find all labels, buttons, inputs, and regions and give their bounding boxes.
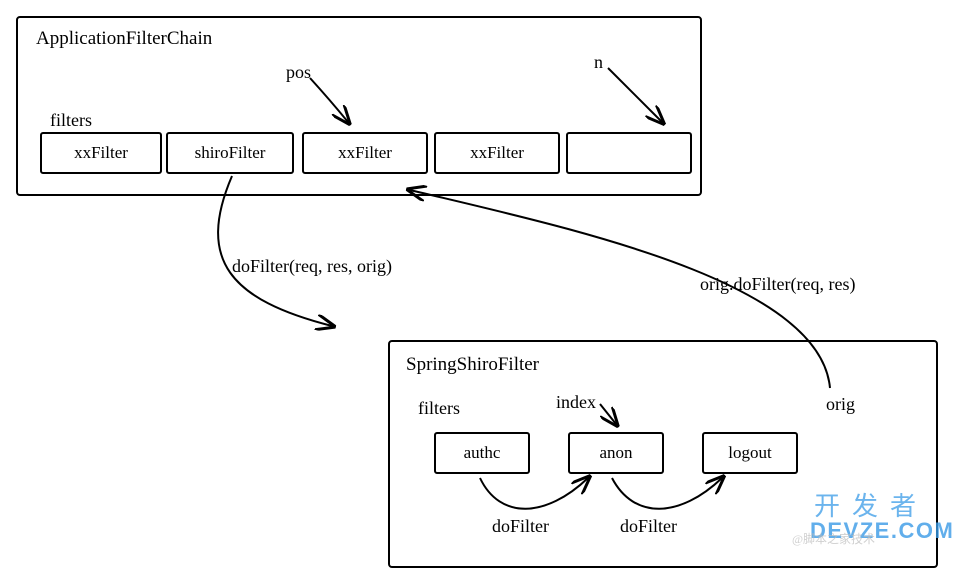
spring-shiro-title: SpringShiroFilter [406,354,539,376]
top-filter-1: shiroFilter [166,132,294,174]
top-filter-4 [566,132,692,174]
pos-label: pos [286,62,311,83]
app-filter-chain-title: ApplicationFilterChain [36,28,212,50]
orig-label: orig [826,394,855,415]
bottom-filter-0: authc [434,432,530,474]
dofilter-label-2: doFilter [620,516,677,537]
dofilter-label-1: doFilter [492,516,549,537]
filter-label: logout [728,443,771,463]
filter-label: authc [464,443,501,463]
top-filter-3: xxFilter [434,132,560,174]
filter-label: anon [599,443,632,463]
dofilter-arrow [218,176,332,326]
filter-label: xxFilter [470,143,524,163]
orig-dofilter-call-label: orig.doFilter(req, res) [700,274,855,295]
n-label: n [594,52,603,73]
filter-label: xxFilter [338,143,392,163]
bottom-filter-2: logout [702,432,798,474]
filter-label: shiroFilter [195,143,266,163]
top-filter-0: xxFilter [40,132,162,174]
bottom-filter-1: anon [568,432,664,474]
watermark-faded: @脚本之家技术 [792,530,875,547]
top-filter-2: xxFilter [302,132,428,174]
dofilter-call-label: doFilter(req, res, orig) [232,256,392,277]
index-label: index [556,392,596,413]
filters-label-top: filters [50,110,92,131]
filter-label: xxFilter [74,143,128,163]
filters-label-bottom: filters [418,398,460,419]
